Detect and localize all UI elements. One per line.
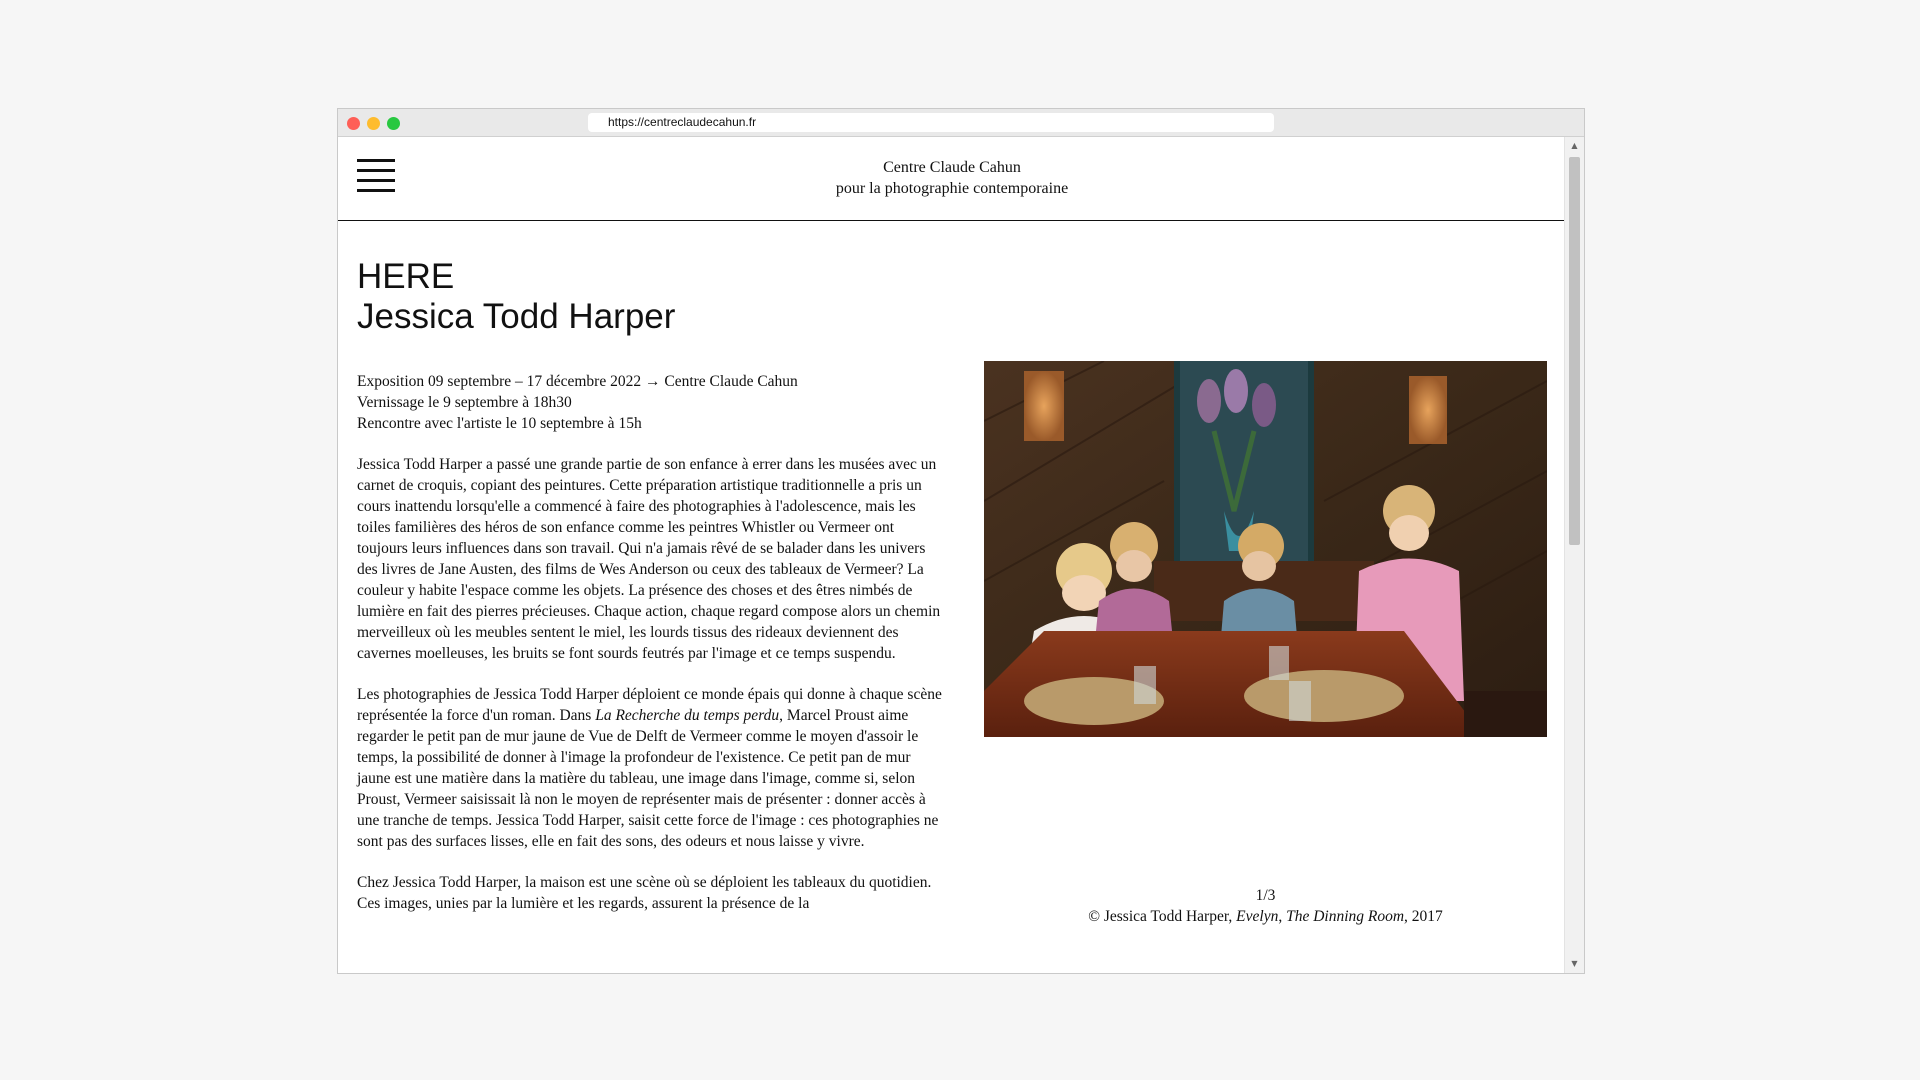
scroll-down-icon[interactable]: ▼ [1565, 957, 1584, 971]
browser-titlebar: https://centreclaudecahun.fr [338, 109, 1584, 137]
book-title: La Recherche du temps perdu [595, 707, 780, 724]
site-title-line1: Centre Claude Cahun [883, 159, 1021, 176]
photo-credit: © Jessica Todd Harper, Evelyn, The Dinni… [1088, 908, 1443, 925]
page-viewport: Centre Claude Cahun pour la photographie… [338, 137, 1566, 973]
scroll-thumb[interactable] [1569, 157, 1580, 545]
body-paragraph-2: Les photographies de Jessica Todd Harper… [357, 686, 942, 850]
body-paragraph-1: Jessica Todd Harper a passé une grande p… [357, 456, 941, 662]
minimize-window-button[interactable] [367, 117, 380, 130]
maximize-window-button[interactable] [387, 117, 400, 130]
close-window-button[interactable] [347, 117, 360, 130]
page-title: HERE Jessica Todd Harper [357, 257, 675, 337]
body-paragraph-3: Chez Jessica Todd Harper, la maison est … [357, 874, 932, 912]
photo-caption: 1/3 © Jessica Todd Harper, Evelyn, The D… [984, 885, 1547, 927]
exhibition-text: Exposition 09 septembre – 17 décembre 20… [357, 371, 947, 934]
exhibition-title: HERE [357, 257, 455, 296]
artist-meeting-info: Rencontre avec l'artiste le 10 septembre… [357, 415, 642, 432]
exhibition-photo[interactable] [984, 361, 1547, 737]
exhibition-dates: Exposition 09 septembre – 17 décembre 20… [357, 373, 798, 390]
site-title-line2: pour la photographie contemporaine [835, 180, 1069, 197]
vertical-scrollbar[interactable]: ▲ ▼ [1564, 137, 1584, 973]
browser-window: https://centreclaudecahun.fr Centre Clau… [337, 108, 1585, 974]
scroll-up-icon[interactable]: ▲ [1565, 139, 1584, 153]
exhibition-info: Exposition 09 septembre – 17 décembre 20… [357, 371, 947, 434]
site-header: Centre Claude Cahun pour la photographie… [338, 137, 1566, 221]
photo-title: Evelyn [1236, 908, 1279, 925]
opening-info: Vernissage le 9 septembre à 18h30 [357, 394, 572, 411]
site-title[interactable]: Centre Claude Cahun pour la photographie… [338, 157, 1566, 199]
artist-name: Jessica Todd Harper [357, 297, 676, 336]
address-bar[interactable]: https://centreclaudecahun.fr [588, 113, 1274, 132]
photo-subtitle: The Dinning Room [1286, 908, 1405, 925]
gallery-counter: 1/3 [1255, 887, 1276, 904]
